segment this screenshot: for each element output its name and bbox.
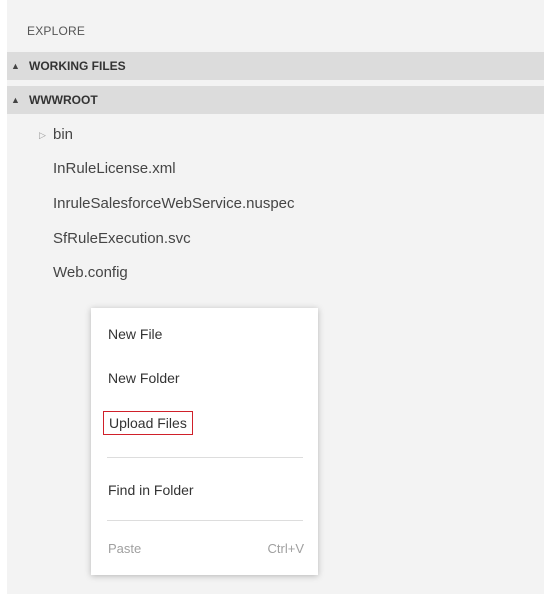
tree-folder-bin[interactable]: ▷ bin: [39, 124, 73, 146]
menu-item-new-file[interactable]: New File: [108, 326, 162, 342]
menu-divider: [107, 457, 303, 458]
section-wwwroot[interactable]: ▲ WWWROOT: [7, 86, 544, 114]
tree-file[interactable]: InruleSalesforceWebService.nuspec: [53, 193, 295, 215]
folder-label: bin: [53, 126, 74, 143]
menu-item-paste: Paste Ctrl+V: [108, 541, 304, 556]
tree-file[interactable]: Web.config: [53, 262, 128, 284]
collapse-arrow-icon[interactable]: ▲: [11, 95, 21, 105]
paste-shortcut: Ctrl+V: [267, 541, 304, 556]
menu-item-find-in-folder[interactable]: Find in Folder: [108, 482, 194, 498]
tree-file[interactable]: InRuleLicense.xml: [53, 158, 176, 180]
tree-file[interactable]: SfRuleExecution.svc: [53, 228, 191, 250]
section-working-files[interactable]: ▲ WORKING FILES: [7, 52, 544, 80]
explorer-title: EXPLORE: [27, 24, 86, 38]
menu-item-new-folder[interactable]: New Folder: [108, 370, 180, 386]
section-working-files-label: WORKING FILES: [29, 59, 126, 73]
menu-divider: [107, 520, 303, 521]
section-wwwroot-label: WWWROOT: [29, 93, 98, 107]
context-menu: New File New Folder Upload Files Find in…: [91, 308, 318, 575]
paste-label: Paste: [108, 541, 142, 556]
expand-arrow-icon[interactable]: ▷: [39, 124, 51, 146]
collapse-arrow-icon[interactable]: ▲: [11, 61, 21, 71]
menu-item-upload-files[interactable]: Upload Files: [103, 411, 193, 435]
